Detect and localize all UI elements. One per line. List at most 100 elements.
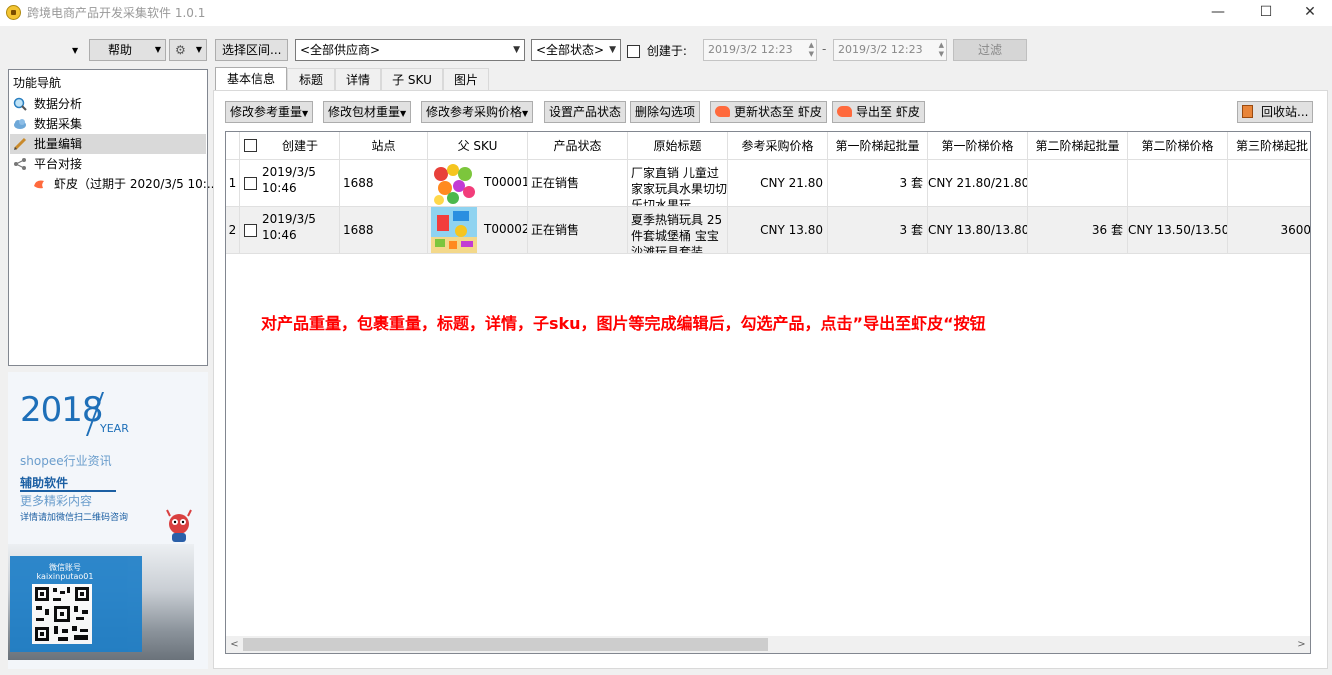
supplier-select[interactable]: <全部供应商> ▼ <box>295 39 525 61</box>
maximize-button[interactable]: ☐ <box>1243 0 1289 26</box>
site-cell: 1688 <box>340 160 428 207</box>
nav-item-platform[interactable]: 平台对接 <box>10 154 206 174</box>
window-title: 跨境电商产品开发采集软件 1.0.1 <box>27 6 206 20</box>
created-checkbox[interactable] <box>627 45 640 58</box>
promo-line-3: 更多精彩内容 <box>20 494 93 508</box>
grid-header-created[interactable]: 创建于 <box>240 132 340 160</box>
grid-header-tier3-qty[interactable]: 第三阶梯起批 <box>1228 132 1310 160</box>
recycle-bin-icon <box>1242 105 1253 118</box>
help-label: 帮助 <box>108 43 133 57</box>
button-label: 修改包材重量 <box>328 105 401 119</box>
set-status-button[interactable]: 设置产品状态 <box>544 101 627 123</box>
grid-header-tier1-price[interactable]: 第一阶梯价格 <box>928 132 1028 160</box>
grid-header-title[interactable]: 原始标题 <box>628 132 728 160</box>
scrollbar-thumb[interactable] <box>243 638 768 651</box>
date-separator: - <box>822 42 827 56</box>
tab-basic-info[interactable]: 基本信息 <box>215 67 287 91</box>
chevron-down-icon: ▼ <box>513 45 520 55</box>
delete-checked-button[interactable]: 删除勾选项 <box>630 101 701 123</box>
pencil-icon <box>13 137 27 151</box>
tab-images[interactable]: 图片 <box>443 68 489 90</box>
chevron-down-icon: ▼ <box>400 109 407 118</box>
grid-header-site[interactable]: 站点 <box>340 132 428 160</box>
left-dropdown-button[interactable]: ▼ <box>72 39 86 61</box>
chevron-down-icon: ▼ <box>72 46 79 55</box>
shrimp-icon <box>715 106 730 117</box>
row-checkbox[interactable] <box>244 224 257 237</box>
grid-header-parent-sku[interactable]: 父 SKU <box>428 132 528 160</box>
button-label: 修改参考重量 <box>230 105 303 119</box>
filter-button[interactable]: 过滤 <box>953 39 1027 61</box>
date-from-picker[interactable]: 2019/3/2 12:23 ▲ ▼ <box>703 39 817 61</box>
spinner-icon[interactable]: ▲ ▼ <box>939 41 944 59</box>
help-button[interactable]: 帮助 ▼ <box>89 39 166 61</box>
created-time: 10:46 <box>262 181 297 195</box>
status-select[interactable]: <全部状态> ▼ <box>531 39 621 61</box>
promo-line-4: 详情请加微信扫二维码咨询 <box>20 513 129 523</box>
nav-item-label: 批量编辑 <box>34 137 83 151</box>
tier1-price-cell: CNY 13.80/13.80 <box>928 207 1028 254</box>
row-checkbox[interactable] <box>244 177 257 190</box>
qr-code-icon <box>32 584 92 644</box>
product-thumbnail <box>431 207 477 253</box>
supplier-select-value: <全部供应商> <box>300 43 381 57</box>
nav-panel: 功能导航 数据分析 数据采集 批量编辑 平台对接 虾皮（过期于 2020/3/5… <box>8 69 218 366</box>
instruction-text: 对产品重量，包裹重量，标题，详情，子sku，图片等完成编辑后，勾选产品，点击”导… <box>261 310 986 334</box>
modify-pack-weight-button[interactable]: 修改包材重量▼ <box>323 101 412 123</box>
modify-ref-weight-button[interactable]: 修改参考重量▼ <box>225 101 314 123</box>
created-filter: 创建于: <box>627 42 687 59</box>
chevron-down-icon: ▼ <box>609 45 616 55</box>
promo-year-word: YEAR <box>100 422 129 435</box>
nav-item-batch-edit[interactable]: 批量编辑 <box>10 134 206 154</box>
tier3-qty-cell <box>1228 160 1310 207</box>
date-to-value: 2019/3/2 12:23 <box>838 43 923 56</box>
header-label: 创建于 <box>282 139 319 153</box>
shrimp-icon <box>837 106 852 117</box>
select-range-button[interactable]: 选择区间... <box>215 39 288 61</box>
tier2-price-cell: CNY 13.50/13.50 <box>1128 207 1228 254</box>
settings-button[interactable]: ⚙ ▼ <box>169 39 207 61</box>
wechat-id: kaixinputao01 <box>36 572 94 581</box>
tier1-price-cell: CNY 21.80/21.80 <box>928 160 1028 207</box>
tab-sub-sku[interactable]: 子 SKU <box>381 68 443 90</box>
status-cell: 正在销售 <box>528 207 628 254</box>
minimize-button[interactable]: — <box>1195 0 1241 26</box>
date-to-picker[interactable]: 2019/3/2 12:23 ▲ ▼ <box>833 39 947 61</box>
spinner-icon[interactable]: ▲ ▼ <box>809 41 814 59</box>
scroll-right-icon[interactable]: > <box>1293 636 1310 653</box>
export-shopee-button[interactable]: 导出至 虾皮 <box>832 101 925 123</box>
select-all-checkbox[interactable] <box>244 139 257 152</box>
nav-item-data-collection[interactable]: 数据采集 <box>10 114 206 134</box>
modify-ref-price-button[interactable]: 修改参考采购价格▼ <box>421 101 534 123</box>
tab-title[interactable]: 标题 <box>287 68 335 90</box>
recycle-bin-button[interactable]: 回收站... <box>1237 101 1314 123</box>
ref-price-cell: CNY 21.80 <box>728 160 828 207</box>
tab-details[interactable]: 详情 <box>335 68 381 90</box>
title-cell: 夏季热销玩具 25件套城堡桶 宝宝沙滩玩具套装 ... <box>628 207 728 254</box>
created-cell: 2019/3/5 10:46 <box>240 160 340 207</box>
gear-icon: ⚙ <box>175 43 186 57</box>
grid-header-tier2-qty[interactable]: 第二阶梯起批量 <box>1028 132 1128 160</box>
created-date: 2019/3/5 <box>262 165 316 179</box>
close-button[interactable]: ✕ <box>1287 0 1332 26</box>
button-label: 导出至 虾皮 <box>856 105 920 119</box>
nav-item-data-analysis[interactable]: 数据分析 <box>10 94 206 114</box>
magnifier-icon <box>13 97 27 111</box>
grid-header-rownum <box>226 132 240 160</box>
nav-item-label: 平台对接 <box>34 157 83 171</box>
horizontal-scrollbar[interactable]: < > <box>226 636 1310 653</box>
grid-header-status[interactable]: 产品状态 <box>528 132 628 160</box>
nav-item-label: 数据分析 <box>34 97 83 111</box>
update-status-shopee-button[interactable]: 更新状态至 虾皮 <box>710 101 827 123</box>
grid-header-tier2-price[interactable]: 第二阶梯价格 <box>1128 132 1228 160</box>
nav-item-shopee[interactable]: 虾皮（过期于 2020/3/5 10:... <box>10 174 218 194</box>
parent-sku-cell: T00002 <box>428 207 528 254</box>
row-number: 1 <box>226 160 240 207</box>
product-grid[interactable]: 创建于 站点 父 SKU 产品状态 原始标题 参考采购价格 第一阶梯起批量 第一… <box>225 131 1311 654</box>
share-icon <box>14 158 26 170</box>
scroll-left-icon[interactable]: < <box>226 636 243 653</box>
grid-header-ref-price[interactable]: 参考采购价格 <box>728 132 828 160</box>
tier2-qty-cell <box>1028 160 1128 207</box>
grid-header-tier1-qty[interactable]: 第一阶梯起批量 <box>828 132 928 160</box>
main-area: 基本信息 标题 详情 子 SKU 图片 修改参考重量▼ 修改包材重量▼ 修改参考… <box>213 67 1328 669</box>
